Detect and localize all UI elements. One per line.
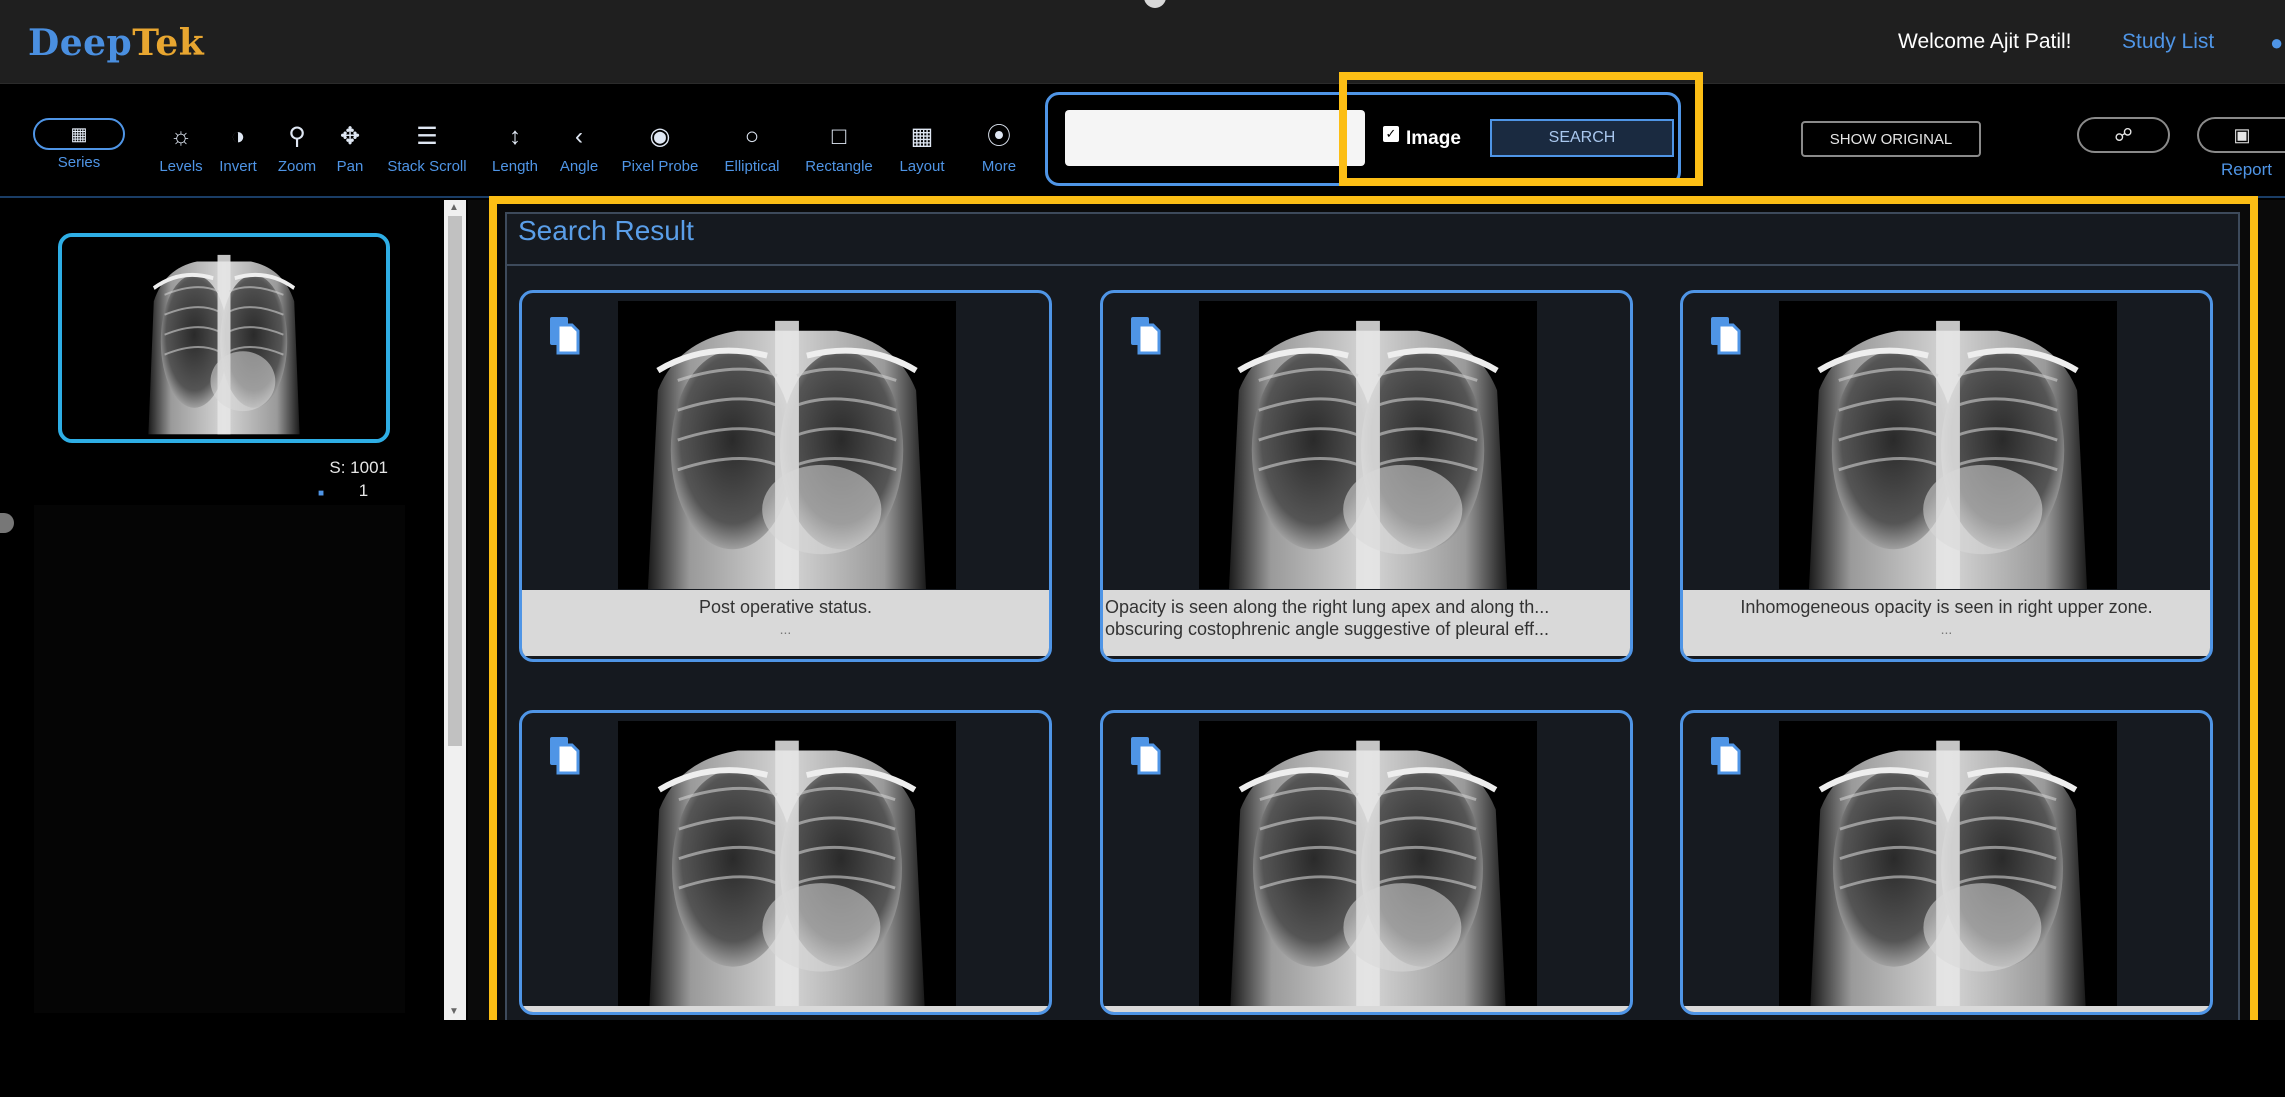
ruler-icon: ↕ — [509, 123, 521, 150]
deeptek-logo: DeepTek — [28, 22, 204, 64]
chest-xray-image — [1779, 721, 2117, 1006]
report-icon: ▣ — [2233, 124, 2251, 145]
caption-more[interactable]: ... — [1683, 618, 2210, 640]
layout-icon: ▦ — [910, 123, 934, 150]
show-original-button[interactable]: SHOW ORIGINAL — [1801, 121, 1981, 157]
tool-label: Levels — [159, 158, 203, 175]
tool-label: Elliptical — [724, 158, 780, 175]
bars-icon: ☰ — [416, 123, 438, 150]
document-icon[interactable] — [548, 315, 580, 355]
paperclip-icon: ☍ — [2114, 124, 2133, 145]
tool-label: Invert — [219, 158, 257, 175]
caption-line: obscuring costophrenic angle suggestive … — [1105, 619, 1549, 639]
angle-icon: ‹ — [575, 123, 583, 150]
user-icon[interactable]: ● — [2270, 30, 2283, 56]
search-button[interactable]: SEARCH — [1490, 119, 1674, 157]
document-icon[interactable] — [548, 735, 580, 775]
welcome-text: Welcome Ajit Patil! — [1898, 30, 2072, 53]
series-thumbnail[interactable] — [58, 233, 390, 443]
scroll-down-arrow[interactable]: ▼ — [449, 1006, 459, 1017]
contrast-icon: ◑ — [230, 123, 246, 150]
bottom-bar — [0, 1020, 2285, 1097]
caption-line: Inhomogeneous opacity is seen in right u… — [1740, 597, 2153, 617]
image-checkbox[interactable]: ✓ — [1383, 126, 1399, 142]
series-image-count: ■ 1 — [318, 481, 388, 501]
layout-tool[interactable]: ▦ Layout — [892, 122, 952, 175]
tool-label: Layout — [899, 158, 945, 175]
pan-tool[interactable]: ✥ Pan — [332, 122, 368, 175]
invert-tool[interactable]: ◑ Invert — [215, 122, 261, 175]
tool-label: Pan — [336, 158, 364, 175]
tool-label: Rectangle — [805, 158, 873, 175]
chest-xray-image — [1199, 301, 1537, 589]
report-label: Report — [2221, 160, 2273, 179]
angle-tool[interactable]: ‹ Angle — [552, 122, 606, 175]
result-card[interactable]: Opacity is seen along the right lung ape… — [1100, 290, 1633, 662]
probe-icon: ◉ — [649, 123, 671, 150]
report-button[interactable]: ▣ — [2197, 117, 2285, 153]
move-icon: ✥ — [339, 123, 361, 150]
stack-scroll-tool[interactable]: ☰ Stack Scroll — [378, 122, 476, 175]
grid-icon: ▦ — [33, 118, 125, 150]
series-number: S: 1001 — [329, 458, 388, 477]
tool-label: Stack Scroll — [387, 158, 467, 175]
more-tool[interactable]: ⦿ More — [974, 122, 1024, 175]
image-checkbox-label: Image — [1406, 128, 1461, 149]
image-count-icon: ■ — [318, 488, 325, 499]
chevron-circle-icon: ⦿ — [987, 123, 1011, 150]
study-list-link[interactable]: Study List — [2122, 30, 2214, 54]
report-caption: Inhomogeneous opacity is seen in right u… — [1683, 590, 2210, 656]
magnifier-icon: ⚲ — [288, 123, 306, 150]
sun-icon: ☼ — [170, 123, 192, 150]
pixel-probe-tool[interactable]: ◉ Pixel Probe — [612, 122, 708, 175]
tool-label: Series — [57, 154, 101, 171]
zoom-tool[interactable]: ⚲ Zoom — [274, 122, 320, 175]
report-caption — [1103, 1006, 1630, 1012]
square-icon: □ — [831, 123, 847, 150]
report-caption: Opacity is seen along the right lung ape… — [1103, 590, 1630, 656]
document-icon[interactable] — [1709, 315, 1741, 355]
tool-label: Angle — [559, 158, 599, 175]
caption-more[interactable]: ... — [522, 618, 1049, 640]
logo-tek: Tek — [132, 22, 205, 64]
caption-line: Opacity is seen along the right lung ape… — [1105, 597, 1550, 617]
chest-xray-image — [618, 721, 956, 1006]
series-tool[interactable]: ▦ Series — [32, 118, 126, 171]
report-caption: Post operative status. ... — [522, 590, 1049, 656]
chest-xray-image — [1779, 301, 2117, 589]
result-card[interactable] — [1680, 710, 2213, 1015]
result-card[interactable] — [1100, 710, 1633, 1015]
top-header: DeepTek Welcome Ajit Patil! Study List ● — [0, 0, 2285, 84]
caption-line: Post operative status. — [698, 597, 873, 617]
tool-label: Pixel Probe — [621, 158, 699, 175]
series-empty-area — [34, 505, 405, 1013]
document-icon[interactable] — [1709, 735, 1741, 775]
logo-deep: Deep — [28, 22, 133, 64]
report-caption — [522, 1006, 1049, 1012]
chest-xray-thumbnail — [67, 237, 381, 439]
document-icon[interactable] — [1129, 735, 1161, 775]
length-tool[interactable]: ↕ Length — [484, 122, 546, 175]
chest-xray-image — [618, 301, 956, 589]
image-count: 1 — [358, 481, 369, 500]
scroll-up-arrow[interactable]: ▲ — [449, 202, 459, 213]
top-handle[interactable] — [1144, 0, 1166, 8]
result-card[interactable] — [519, 710, 1052, 1015]
result-card[interactable]: Inhomogeneous opacity is seen in right u… — [1680, 290, 2213, 662]
elliptical-tool[interactable]: ○ Elliptical — [714, 122, 790, 175]
attachment-button[interactable]: ☍ — [2077, 117, 2170, 153]
result-card[interactable]: Post operative status. ... — [519, 290, 1052, 662]
tool-label: More — [981, 158, 1017, 175]
levels-tool[interactable]: ☼ Levels — [156, 122, 206, 175]
rectangle-tool[interactable]: □ Rectangle — [796, 122, 882, 175]
scrollbar-thumb[interactable] — [448, 216, 462, 746]
tool-label: Length — [492, 158, 538, 175]
chest-xray-image — [1199, 721, 1537, 1006]
tool-label: Zoom — [277, 158, 317, 175]
circle-icon: ○ — [744, 123, 760, 150]
document-icon[interactable] — [1129, 315, 1161, 355]
report-caption — [1683, 1006, 2210, 1012]
search-input[interactable] — [1065, 110, 1365, 166]
